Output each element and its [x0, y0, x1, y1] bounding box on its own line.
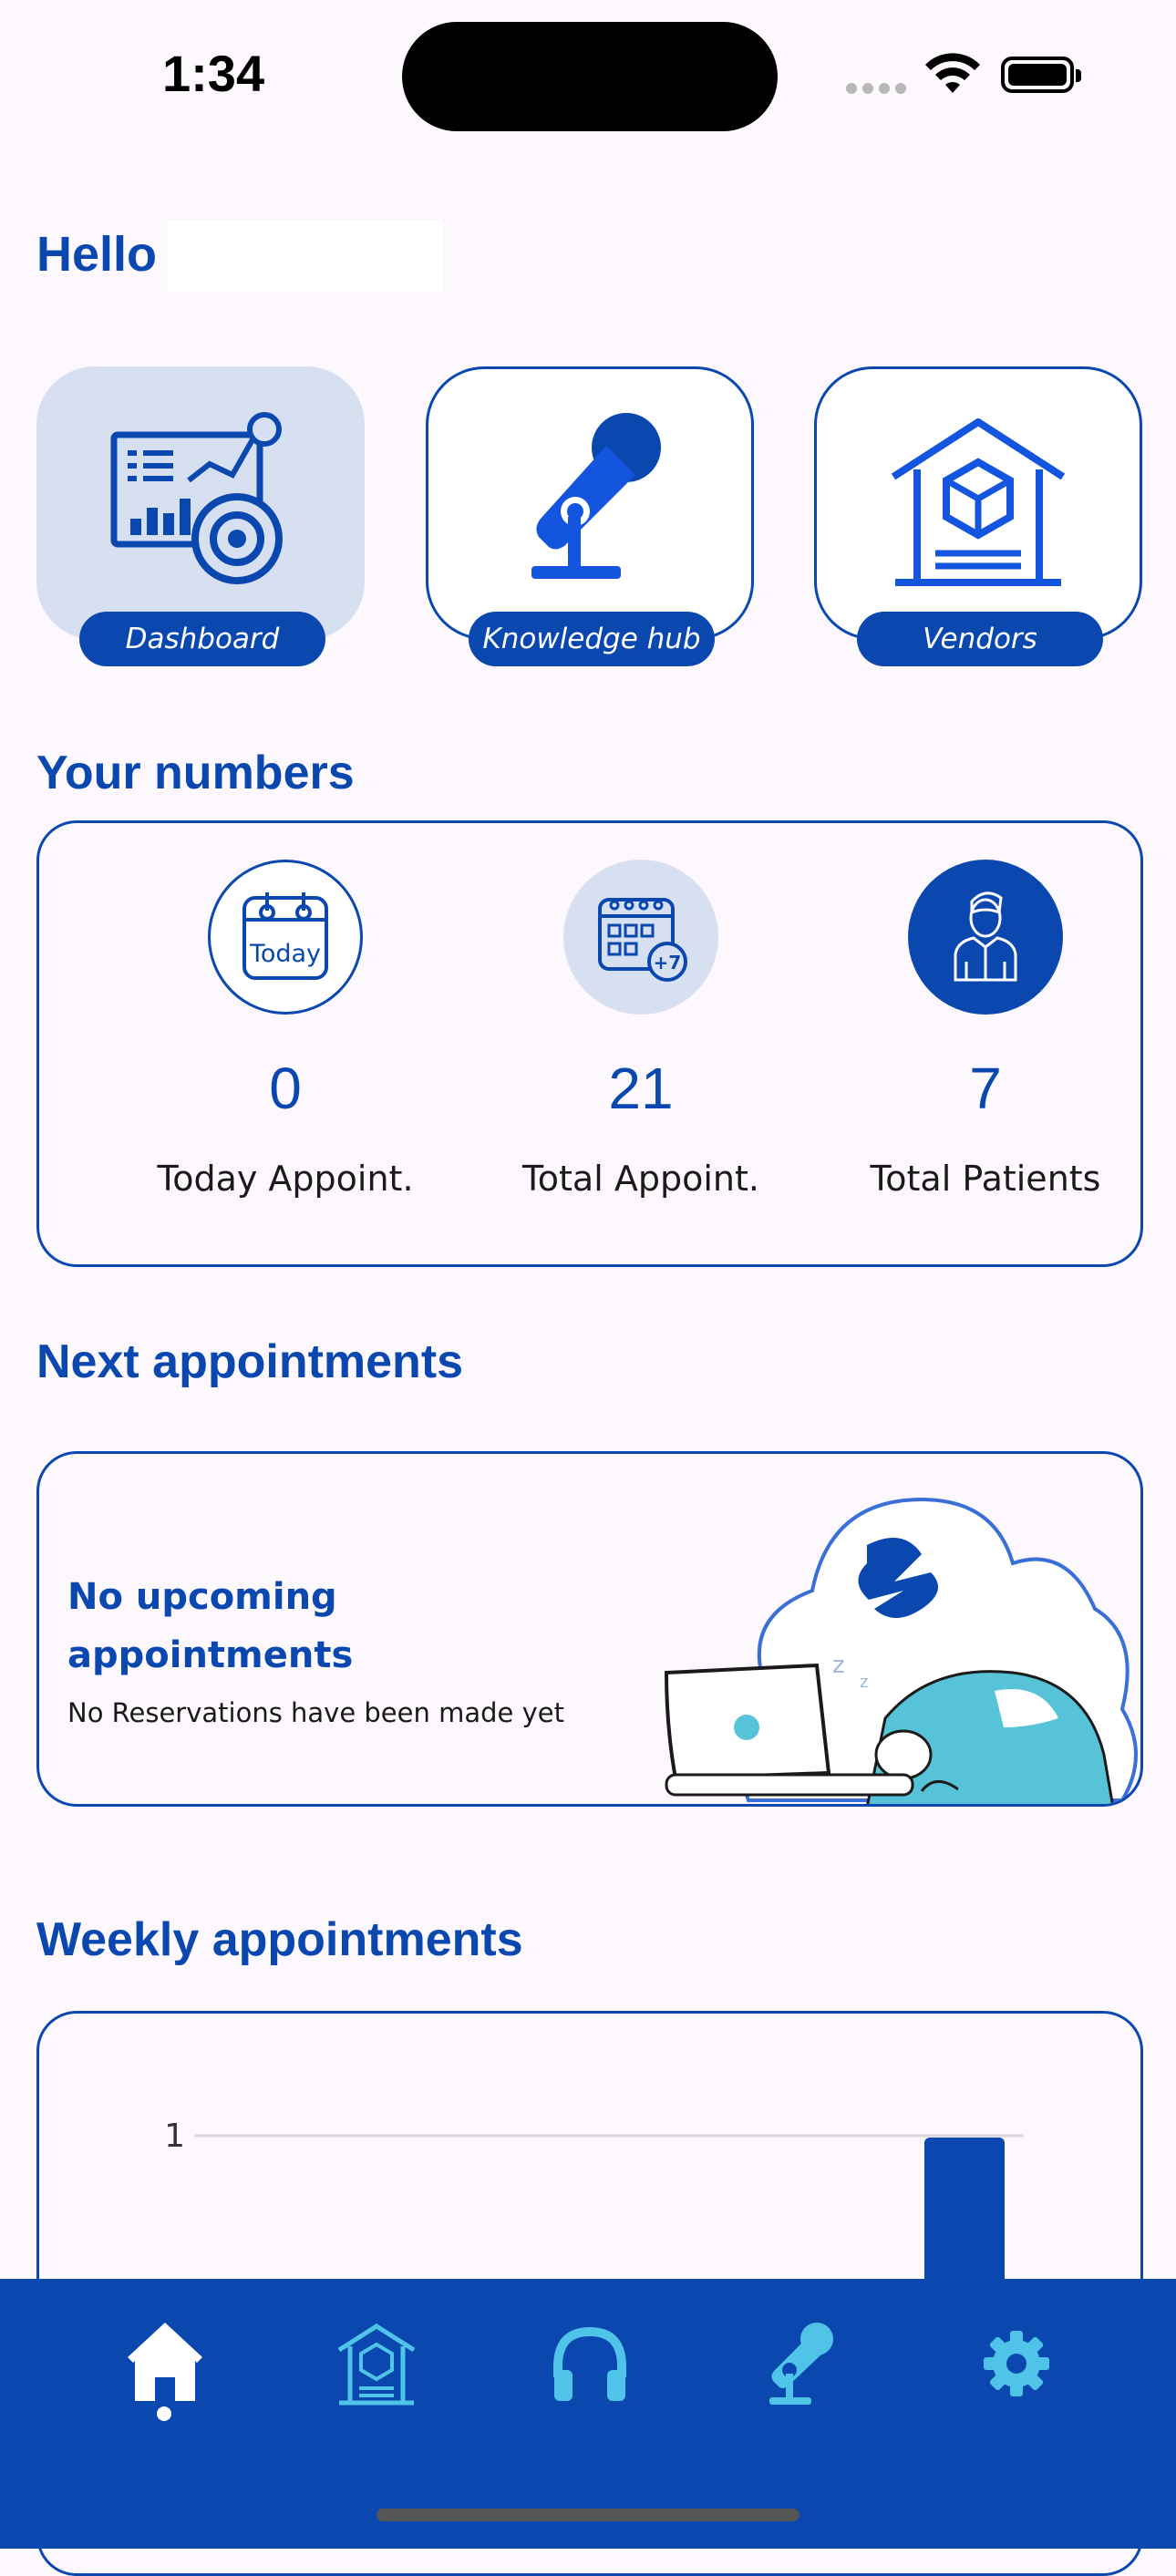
no-upcoming-title: No upcoming appointments — [67, 1576, 354, 1676]
tile-vendors[interactable]: Vendors — [814, 366, 1142, 666]
tile-knowledge-hub[interactable]: Knowledge hub — [426, 366, 754, 666]
nav-active-indicator — [157, 2406, 171, 2421]
stat-value: 0 — [269, 1056, 302, 1121]
stat-label: Total Appoint. — [522, 1159, 759, 1199]
nav-support[interactable] — [540, 2313, 640, 2414]
weekly-bar-chart: 1 — [164, 2117, 1024, 2287]
status-time: 1:34 — [162, 45, 265, 102]
svg-text:+7: +7 — [654, 952, 682, 974]
vendors-icon — [337, 2324, 416, 2406]
settings-gear-icon — [984, 2331, 1049, 2396]
svg-text:z: z — [860, 1673, 868, 1692]
dashboard-analytics-icon — [110, 412, 283, 584]
greeting-hello: Hello — [36, 227, 158, 282]
calendar-plus7-icon: +7 — [563, 860, 718, 1015]
microphone-icon — [769, 2323, 833, 2405]
dynamic-island — [402, 22, 778, 131]
stat-today-appointments: Today 0 Today Appoint. — [112, 823, 459, 1199]
calendar-today-icon: Today — [208, 860, 363, 1015]
svg-text:Today: Today — [249, 940, 321, 968]
tile-label: Vendors — [857, 612, 1103, 666]
nav-home[interactable] — [115, 2313, 215, 2414]
vendors-house-icon — [891, 418, 1066, 586]
user-name-placeholder — [168, 221, 443, 292]
stat-total-patients: 7 Total Patients — [812, 823, 1159, 1199]
stat-label: Total Patients — [870, 1159, 1101, 1199]
tile-label: Knowledge hub — [469, 612, 715, 666]
section-title-next-appointments: Next appointments — [36, 1335, 464, 1388]
cellular-signal-icon — [846, 80, 912, 98]
nav-knowledge-hub[interactable] — [749, 2313, 850, 2414]
stat-label: Today Appoint. — [157, 1159, 414, 1199]
nav-settings[interactable] — [966, 2313, 1067, 2414]
microphone-icon — [531, 413, 661, 579]
chart-y-tick-label: 1 — [164, 2117, 185, 2155]
stat-total-appointments: +7 21 Total Appoint. — [468, 823, 814, 1199]
wifi-icon — [925, 53, 980, 93]
sleeping-illustration: z z — [664, 1497, 1138, 1804]
section-title-weekly-appointments: Weekly appointments — [36, 1913, 523, 1966]
tile-dashboard[interactable]: Dashboard — [36, 366, 365, 666]
chart-bar — [924, 2138, 1005, 2287]
section-title-your-numbers: Your numbers — [36, 747, 355, 799]
home-indicator — [377, 2509, 799, 2521]
battery-icon — [1001, 57, 1081, 93]
patient-person-icon — [908, 860, 1063, 1015]
nav-vendors[interactable] — [326, 2313, 427, 2414]
no-upcoming-subtitle: No Reservations have been made yet — [67, 1697, 564, 1728]
home-icon — [128, 2323, 202, 2401]
stat-value: 7 — [969, 1056, 1002, 1121]
numbers-card: Today 0 Today Appoint. +7 21 Total Appoi… — [36, 820, 1143, 1267]
tile-label: Dashboard — [79, 612, 325, 666]
headphones-icon — [553, 2326, 626, 2401]
svg-text:z: z — [832, 1652, 845, 1679]
stat-value: 21 — [608, 1056, 674, 1121]
